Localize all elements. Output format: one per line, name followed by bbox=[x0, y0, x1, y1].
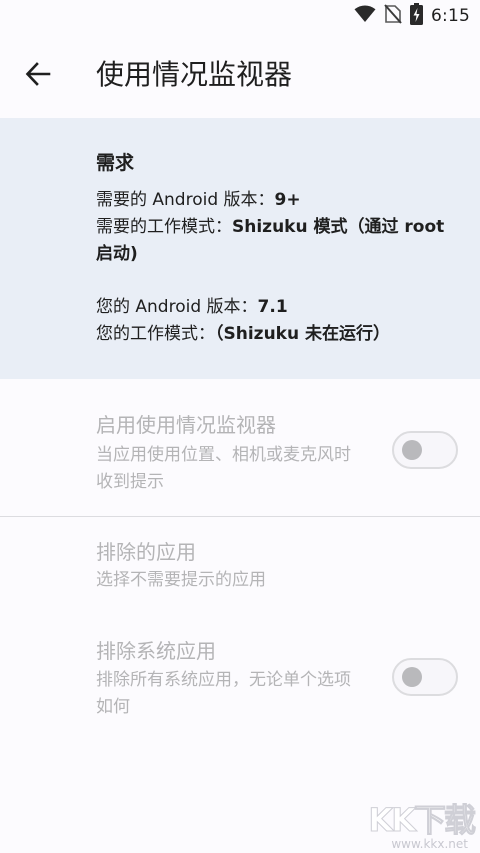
status-icons: 6:15 bbox=[354, 3, 470, 29]
watermark-logo: KK下载 bbox=[368, 801, 477, 840]
setting-summary: 选择不需要提示的应用 bbox=[96, 570, 266, 590]
status-bar: 6:15 bbox=[0, 0, 480, 34]
wifi-icon bbox=[354, 5, 376, 27]
setting-summary: 当应用使用位置、相机或麦克风时收到提示 bbox=[96, 445, 351, 492]
setting-summary: 排除所有系统应用，无论单个选项如何 bbox=[96, 670, 351, 717]
your-android-value: 7.1 bbox=[257, 297, 288, 317]
your-android-label: 您的 Android 版本： bbox=[96, 297, 258, 317]
your-work-mode: 您的工作模式：（Shizuku 未在运行） bbox=[96, 321, 462, 348]
requirements-content: 需求 需要的 Android 版本：9+ 需要的工作模式：Shizuku 模式（… bbox=[96, 148, 462, 348]
required-android-label: 需要的 Android 版本： bbox=[96, 190, 275, 210]
requirements-heading: 需求 bbox=[96, 152, 135, 174]
toggle-knob bbox=[402, 667, 422, 687]
screen: 6:15 使用情况监视器 需求 需要的 Android 版本：9+ 需要的工作模… bbox=[0, 0, 480, 853]
watermark: KK下载 www.kkx.net bbox=[354, 795, 477, 852]
your-mode-value: （Shizuku 未在运行） bbox=[215, 324, 390, 344]
required-mode-label: 需要的工作模式： bbox=[96, 217, 232, 237]
requirements-card: 需求 需要的 Android 版本：9+ 需要的工作模式：Shizuku 模式（… bbox=[0, 118, 480, 379]
watermark-url: www.kkx.net bbox=[391, 837, 468, 851]
page-title: 使用情况监视器 bbox=[96, 58, 293, 91]
setting-enable-monitor[interactable]: 启用使用情况监视器 当应用使用位置、相机或麦克风时收到提示 bbox=[0, 379, 480, 516]
status-time: 6:15 bbox=[431, 6, 470, 26]
exclude-system-apps-toggle[interactable] bbox=[392, 658, 458, 696]
back-button[interactable] bbox=[14, 52, 62, 100]
arrow-left-icon bbox=[25, 61, 51, 91]
setting-excluded-apps[interactable]: 排除的应用 选择不需要提示的应用 bbox=[0, 517, 480, 617]
required-work-mode: 需要的工作模式：Shizuku 模式（通过 root 启动) bbox=[96, 214, 462, 268]
required-android-version: 需要的 Android 版本：9+ bbox=[96, 187, 462, 214]
required-android-value: 9+ bbox=[274, 190, 301, 210]
no-sim-icon bbox=[384, 4, 402, 28]
setting-exclude-system-apps[interactable]: 排除系统应用 排除所有系统应用，无论单个选项如何 bbox=[0, 617, 480, 737]
battery-charging-icon bbox=[410, 3, 424, 29]
app-bar: 使用情况监视器 bbox=[0, 34, 480, 118]
setting-title: 启用使用情况监视器 bbox=[96, 413, 276, 437]
enable-monitor-toggle[interactable] bbox=[392, 431, 458, 469]
setting-title: 排除的应用 bbox=[96, 540, 196, 564]
your-mode-label: 您的工作模式： bbox=[96, 324, 215, 344]
setting-title: 排除系统应用 bbox=[96, 639, 216, 663]
toggle-knob bbox=[402, 440, 422, 460]
your-android-version: 您的 Android 版本：7.1 bbox=[96, 294, 462, 321]
